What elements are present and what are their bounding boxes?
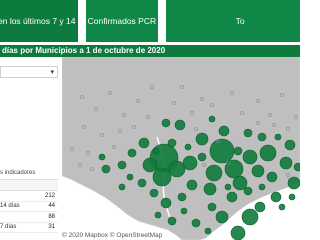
indicators-label: s indicadores xyxy=(0,170,36,176)
municipio-bubble[interactable] xyxy=(184,143,192,151)
municipio-bubble[interactable] xyxy=(149,188,159,198)
municipio-bubble[interactable] xyxy=(126,173,134,181)
municipio-bubble[interactable] xyxy=(182,155,198,171)
table-row: 212 xyxy=(0,191,58,202)
municipio-bubble[interactable] xyxy=(195,132,209,146)
map-attribution: © 2020 Mapbox © OpenStreetMap xyxy=(62,232,163,239)
row-value: 88 xyxy=(48,213,55,220)
municipio-bubble[interactable] xyxy=(270,191,282,203)
municipio-bubble[interactable] xyxy=(98,153,106,161)
municipio-bubble[interactable] xyxy=(127,148,137,158)
municipio-bubble[interactable] xyxy=(233,146,243,156)
municipio-bubble[interactable] xyxy=(152,147,160,155)
municipio-dropdown[interactable]: ▾ xyxy=(0,66,58,78)
municipio-bubble[interactable] xyxy=(266,171,278,183)
municipio-bubble[interactable] xyxy=(254,201,266,213)
municipio-bubble[interactable] xyxy=(161,118,171,128)
table-row: 7 días 31 xyxy=(0,223,58,233)
municipio-bubble[interactable] xyxy=(205,164,223,182)
row-value: 212 xyxy=(44,192,55,199)
municipio-bubble[interactable] xyxy=(243,128,253,138)
municipio-bubble[interactable] xyxy=(284,139,296,151)
map-canvas[interactable] xyxy=(62,57,300,240)
municipio-bubble[interactable] xyxy=(230,225,246,240)
tab-confirmados-pcr[interactable]: Confirmados PCR xyxy=(86,0,158,42)
municipio-bubble[interactable] xyxy=(101,164,111,174)
municipio-bubble[interactable] xyxy=(174,119,186,131)
municipio-bubble[interactable] xyxy=(279,156,293,170)
table-header xyxy=(0,179,58,191)
municipio-bubble[interactable] xyxy=(160,197,172,209)
municipio-bubble[interactable] xyxy=(274,133,282,141)
municipio-bubble[interactable] xyxy=(167,138,177,148)
tab-bar: en los últimos 7 y 14 días Confirmados P… xyxy=(0,0,300,42)
municipio-bubble[interactable] xyxy=(118,183,126,191)
municipio-bubble[interactable] xyxy=(241,208,259,226)
table-row: 14 días 44 xyxy=(0,202,58,212)
row-label: 7 días xyxy=(0,224,17,231)
row-label: 14 días xyxy=(0,203,20,210)
municipio-bubble[interactable] xyxy=(215,210,229,224)
table-row: 88 xyxy=(0,212,58,223)
tab-third[interactable]: To xyxy=(165,0,300,42)
municipio-bubble[interactable] xyxy=(209,138,235,164)
row-value: 31 xyxy=(48,224,55,231)
municipio-bubble[interactable] xyxy=(137,178,147,188)
indicators-table: 212 14 días 44 88 7 días 31 xyxy=(0,179,58,233)
municipio-bubble[interactable] xyxy=(180,207,188,215)
municipio-bubble[interactable] xyxy=(288,193,296,201)
municipio-bubble[interactable] xyxy=(293,162,300,172)
page-title: días por Municipios a 1 de octubre de 20… xyxy=(0,45,300,57)
municipio-bubble[interactable] xyxy=(207,202,217,212)
municipio-bubble[interactable] xyxy=(186,179,198,191)
municipio-bubble[interactable] xyxy=(251,164,265,178)
municipio-bubble[interactable] xyxy=(167,216,177,226)
municipio-bubble[interactable] xyxy=(232,175,248,191)
municipio-bubble[interactable] xyxy=(242,149,258,165)
map[interactable]: © 2020 Mapbox © OpenStreetMap xyxy=(62,57,300,240)
municipio-bubble[interactable] xyxy=(117,160,127,170)
municipio-bubble[interactable] xyxy=(243,186,253,196)
municipio-bubble[interactable] xyxy=(191,218,201,228)
municipio-bubble[interactable] xyxy=(197,152,207,162)
municipio-bubble[interactable] xyxy=(142,157,158,173)
chevron-down-icon: ▾ xyxy=(50,69,54,76)
municipio-bubble[interactable] xyxy=(259,144,277,162)
row-value: 44 xyxy=(48,203,55,210)
municipio-bubble[interactable] xyxy=(224,159,244,179)
municipio-bubble[interactable] xyxy=(204,227,212,235)
municipio-bubble[interactable] xyxy=(208,115,216,123)
municipio-bubble[interactable] xyxy=(154,211,162,219)
left-panel: ▾ s indicadores 212 14 días 44 88 7 días… xyxy=(0,57,62,240)
municipio-bubble[interactable] xyxy=(152,167,172,187)
municipio-bubble[interactable] xyxy=(177,192,187,202)
municipio-bubble[interactable] xyxy=(168,160,186,178)
municipio-bubble[interactable] xyxy=(257,132,267,142)
municipio-bubble[interactable] xyxy=(258,183,266,191)
municipio-bubble[interactable] xyxy=(218,125,230,137)
municipio-bubble[interactable] xyxy=(224,183,232,191)
municipio-bubble[interactable] xyxy=(287,176,300,190)
municipio-bubble[interactable] xyxy=(226,191,238,203)
tab-ultimos-7-14-dias[interactable]: en los últimos 7 y 14 días xyxy=(0,0,79,42)
municipio-bubble[interactable] xyxy=(138,137,150,149)
municipio-bubble[interactable] xyxy=(203,182,217,196)
municipio-bubble[interactable] xyxy=(278,203,286,211)
